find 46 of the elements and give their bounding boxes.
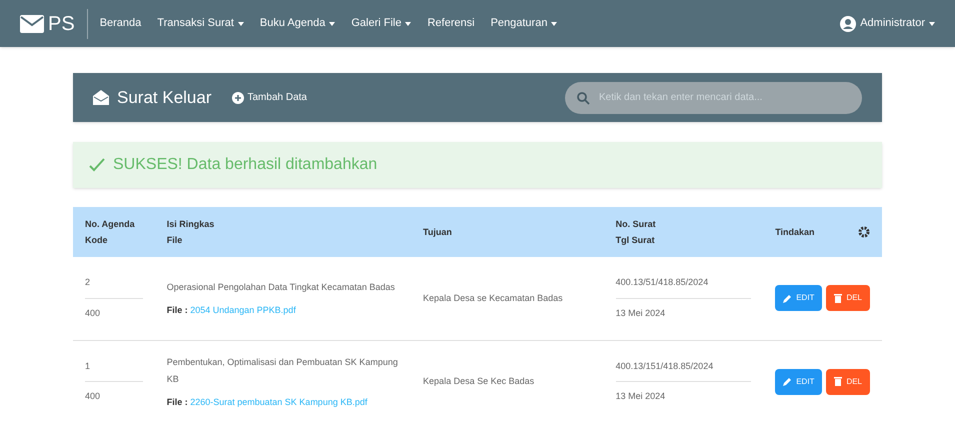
envelope-icon: [20, 14, 44, 32]
table-cell: 2: [85, 268, 143, 299]
open-envelope-icon: [93, 90, 109, 105]
nav-item[interactable]: Referensi: [427, 15, 475, 32]
nav-item[interactable]: Galeri File: [351, 15, 412, 32]
table-cell-text: 400: [85, 390, 102, 403]
search-icon: [577, 92, 590, 104]
trash-icon: [834, 294, 842, 303]
table-cell: Kepala Desa se Kecamatan Badas: [423, 292, 563, 302]
table-cell: 400.13/51/418.85/2024: [616, 268, 752, 299]
user-icon: [840, 16, 856, 32]
edit-button[interactable]: EDIT: [775, 285, 822, 312]
file-label: File :: [166, 305, 188, 315]
delete-button[interactable]: DEL: [826, 368, 870, 394]
nav-item[interactable]: Buku Agenda: [260, 15, 336, 32]
column-header: Isi Ringkas File: [166, 218, 214, 247]
table-cell-text: Pembentukan, Optimalisasi dan Pembuatan SK Kampung KB: [166, 356, 399, 386]
nav-item[interactable]: Transaksi Surat: [157, 15, 244, 32]
column-header: Tindakan: [775, 226, 815, 239]
pencil-icon: [783, 294, 792, 303]
caret-icon: [929, 22, 935, 26]
settings-icon[interactable]: [858, 226, 870, 238]
file-label: File :: [166, 396, 188, 407]
page-title: Surat Keluar: [117, 86, 212, 109]
plus-icon: [232, 92, 244, 104]
trash-icon: [834, 377, 842, 386]
edit-button[interactable]: EDIT: [775, 368, 822, 394]
add-data-button[interactable]: Tambah Data: [232, 90, 307, 105]
alert-text: SUKSES! Data berhasil ditambahkan: [113, 155, 378, 175]
table-cell: 400.13/151/418.85/2024: [616, 352, 752, 382]
table-cell-text: 13 Mei 2024: [616, 306, 666, 320]
table-cell: Kepala Desa Se Kec Badas: [423, 376, 534, 386]
check-icon: [89, 158, 105, 172]
column-header: No. Agenda Kode: [85, 218, 135, 247]
pencil-icon: [783, 377, 792, 386]
column-header: Tujuan: [423, 226, 452, 239]
nav-item[interactable]: Beranda: [100, 15, 142, 32]
table-cell: 1: [85, 352, 143, 382]
brand-name[interactable]: PS: [48, 8, 88, 38]
table-cell-text: 400: [85, 306, 102, 320]
table-cell-text: Operasional Pengolahan Data Tingkat Kecamatan Badas: [166, 281, 396, 294]
delete-button[interactable]: DEL: [826, 285, 870, 312]
user-menu[interactable]: Administrator: [860, 15, 935, 32]
nav-item[interactable]: Pengaturan: [490, 15, 558, 32]
table-cell-text: 13 Mei 2024: [616, 390, 666, 403]
column-header: No. Surat Tgl Surat: [616, 218, 656, 247]
